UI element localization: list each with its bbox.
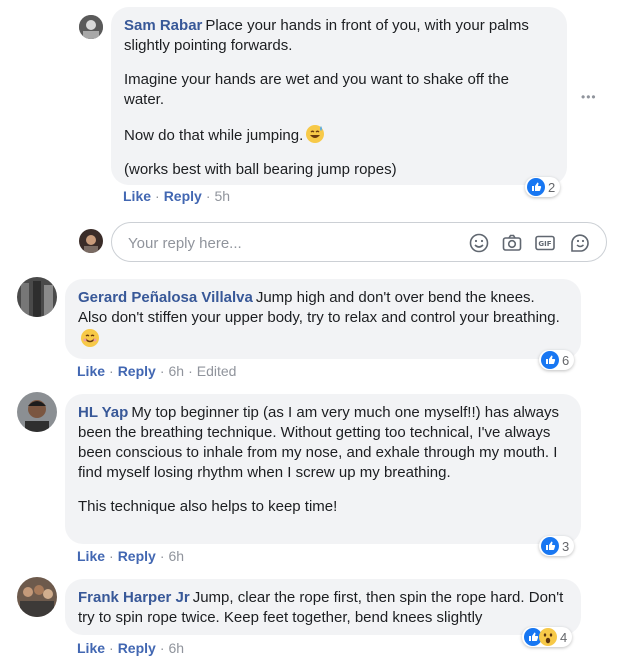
- avatar[interactable]: [17, 392, 57, 432]
- like-link[interactable]: Like: [77, 548, 105, 564]
- comment-actions: Like · Reply · 6h · Edited: [77, 363, 237, 379]
- emoji-icon[interactable]: [468, 232, 490, 254]
- comment-author[interactable]: HL Yap: [78, 404, 128, 421]
- gif-icon[interactable]: GIF: [534, 232, 556, 254]
- reaction-count[interactable]: 4: [522, 627, 573, 647]
- avatar-image: [79, 15, 103, 39]
- timestamp[interactable]: 6h: [168, 548, 184, 564]
- avatar-image: [17, 392, 57, 432]
- svg-text:GIF: GIF: [538, 240, 551, 248]
- comment-bubble: Sam Rabar Place your hands in front of yo…: [111, 7, 567, 185]
- reaction-count[interactable]: 3: [539, 536, 575, 556]
- reaction-number: 2: [548, 179, 556, 195]
- sweat-smile-icon: [306, 125, 325, 143]
- like-link[interactable]: Like: [77, 640, 105, 656]
- smile-icon: [81, 329, 99, 347]
- avatar-image: [79, 229, 103, 253]
- avatar[interactable]: [79, 15, 103, 39]
- reply-link[interactable]: Reply: [118, 548, 156, 564]
- reaction-count[interactable]: 6: [539, 350, 575, 370]
- avatar-image: [17, 577, 57, 617]
- camera-icon[interactable]: [501, 232, 523, 254]
- timestamp[interactable]: 6h: [168, 640, 184, 656]
- comment-text: My top beginner tip (as I am very much o…: [78, 404, 559, 481]
- timestamp[interactable]: 6h: [168, 363, 184, 379]
- sticker-icon[interactable]: [569, 232, 591, 254]
- reaction-number: 3: [562, 538, 570, 554]
- comment-actions: Like · Reply · 5h: [123, 188, 231, 204]
- like-link[interactable]: Like: [123, 188, 151, 204]
- wow-icon: [539, 628, 557, 646]
- like-icon: [541, 537, 559, 555]
- avatar[interactable]: [17, 277, 57, 317]
- comment-text: Imagine your hands are wet and you want …: [124, 71, 509, 108]
- like-link[interactable]: Like: [77, 363, 105, 379]
- comment-text: Now do that while jumping.: [124, 127, 304, 144]
- reaction-count[interactable]: 2: [525, 177, 561, 197]
- like-icon: [541, 351, 559, 369]
- comment-author[interactable]: Frank Harper Jr: [78, 589, 190, 606]
- comment-text: This technique also helps to keep time!: [78, 498, 338, 515]
- reply-link[interactable]: Reply: [118, 363, 156, 379]
- reaction-number: 6: [562, 352, 570, 368]
- comment-author[interactable]: Gerard Peñalosa Villalva: [78, 289, 253, 306]
- comment-author[interactable]: Sam Rabar: [124, 17, 202, 34]
- current-user-avatar: [79, 229, 103, 253]
- more-options-icon[interactable]: •••: [581, 90, 597, 104]
- like-icon: [527, 178, 545, 196]
- reply-link[interactable]: Reply: [164, 188, 202, 204]
- comment-bubble: HL Yap My top beginner tip (as I am very …: [65, 394, 581, 544]
- reaction-number: 4: [560, 629, 568, 645]
- reply-link[interactable]: Reply: [118, 640, 156, 656]
- timestamp[interactable]: 5h: [214, 188, 230, 204]
- comment-bubble: Gerard Peñalosa Villalva Jump high and do…: [65, 279, 581, 359]
- comment-text: (works best with ball bearing jump ropes…: [124, 161, 397, 178]
- reply-box: GIF: [111, 222, 607, 262]
- edited-label[interactable]: Edited: [197, 363, 237, 379]
- comment-bubble: Frank Harper Jr Jump, clear the rope firs…: [65, 579, 581, 635]
- comment-actions: Like · Reply · 6h: [77, 640, 185, 656]
- comment-actions: Like · Reply · 6h: [77, 548, 185, 564]
- avatar[interactable]: [17, 577, 57, 617]
- reply-input[interactable]: [126, 232, 450, 254]
- avatar-image: [17, 277, 57, 317]
